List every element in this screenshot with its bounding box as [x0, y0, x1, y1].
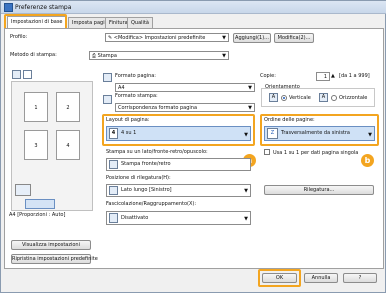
help-button[interactable]: ?: [343, 273, 377, 283]
page-format-value: A4: [118, 85, 125, 91]
callout-b-badge: b: [361, 154, 374, 167]
chevron-down-icon: ▼: [222, 35, 226, 41]
page-order-select[interactable]: Z Trasversalmente da sinistra ▼: [264, 126, 375, 141]
cancel-button[interactable]: Annulla: [304, 273, 338, 283]
profile-label: Profilo:: [10, 34, 28, 40]
chevron-down-icon: ▼: [244, 188, 248, 194]
copies-label: Copie:: [260, 73, 276, 79]
ok-button[interactable]: OK: [262, 273, 297, 283]
page-order-value: Trasversalmente da sinistra: [281, 130, 350, 136]
print-method-select[interactable]: ⎙ Stampa ▼: [89, 51, 229, 60]
print-method-label: Metodo di stampa:: [10, 52, 57, 58]
preview-page-3: 3: [24, 130, 48, 160]
chevron-down-icon: ▼: [368, 132, 372, 138]
page-order-label: Ordine delle pagine:: [264, 117, 315, 123]
orientation-horizontal-radio[interactable]: [331, 95, 337, 101]
binding-select[interactable]: Lato lungo [Sinistro] ▼: [106, 184, 251, 197]
use-1-on-1-checkbox[interactable]: [264, 149, 270, 155]
copies-spinner[interactable]: ▲: [331, 73, 335, 79]
chevron-down-icon: ▼: [244, 132, 248, 138]
landscape-icon: A: [319, 93, 328, 102]
duplex-icon: [109, 160, 118, 169]
layout-select[interactable]: 4 4 su 1 ▼: [106, 126, 251, 141]
page-format-label: Formato pagina:: [115, 73, 156, 79]
use-1-on-1-label: Usa 1 su 1 per dati pagina singola: [273, 150, 359, 156]
restore-defaults-button[interactable]: Ripristina impostazioni predefinite: [11, 254, 98, 264]
profile-select[interactable]: ✎ <Modifica> Impostazioni predefinite ▼: [105, 33, 229, 42]
chevron-down-icon: ▼: [248, 85, 252, 91]
orientation-vertical-label: Verticale: [289, 95, 311, 101]
stack-icon: [15, 184, 31, 196]
copies-input[interactable]: 1: [316, 72, 330, 81]
layout-icon: 4: [109, 128, 118, 139]
layout-label: Layout di pagina:: [106, 117, 150, 123]
z-order-icon: Z: [267, 128, 278, 139]
preview-page-2: 2: [56, 92, 80, 122]
orientation-horizontal-label: Orizzontale: [339, 95, 368, 101]
preview-page-4: 4: [56, 130, 80, 160]
binding-value: Lato lungo [Sinistro]: [121, 187, 172, 193]
orientation-vertical-radio[interactable]: [281, 95, 287, 101]
binding-icon: [109, 186, 118, 195]
chevron-down-icon: ▼: [248, 105, 252, 111]
copies-range: [da 1 a 999]: [339, 73, 370, 79]
duplex-value: Stampa fronte/retro: [121, 161, 171, 167]
window-title: Preferenze stampa: [15, 4, 72, 11]
layout-value: 4 su 1: [121, 130, 137, 136]
tab-quality[interactable]: Qualità: [127, 17, 153, 28]
output-format-value: Corrispondenza formato pagina: [118, 105, 198, 111]
chevron-down-icon: ▼: [244, 216, 248, 222]
chevron-down-icon: ▼: [222, 53, 226, 59]
settings-panel: Profilo: ✎ <Modifica> Impostazioni prede…: [4, 28, 384, 269]
collate-select[interactable]: Disattivato ▼: [106, 211, 251, 225]
duplex-select[interactable]: Stampa fronte/retro: [106, 158, 251, 171]
page-format-select[interactable]: A4 ▼: [115, 83, 255, 92]
edit-profile-button[interactable]: Modifica(2)...: [274, 33, 314, 43]
print-method-value: Stampa: [97, 53, 117, 59]
binding-side-icon[interactable]: [25, 199, 55, 209]
output-format-icon: [103, 95, 112, 104]
duplex-label: Stampa su un lato/fronte-retro/opuscolo:: [106, 149, 208, 155]
collate-label: Fascicolazione/Raggruppamento(X):: [106, 201, 197, 207]
collate-icon: [109, 213, 118, 223]
preview-view-icon[interactable]: [12, 70, 21, 79]
binding-button[interactable]: Rilegatura...: [264, 185, 374, 195]
preview-caption: A4 [Proporzioni : Auto]: [9, 212, 66, 218]
binding-label: Posizione di rilegatura(H):: [106, 175, 171, 181]
add-profile-button[interactable]: Aggiungi(1)...: [233, 33, 271, 43]
page-format-icon: [103, 73, 112, 82]
output-format-label: Formato stampa:: [115, 93, 158, 99]
title-bar: Preferenze stampa: [1, 1, 386, 14]
printer-icon: [4, 3, 13, 12]
view-settings-button[interactable]: Visualizza impostazioni: [11, 240, 91, 250]
preview-page-1: 1: [24, 92, 48, 122]
preview-settings-icon[interactable]: [23, 70, 32, 79]
collate-value: Disattivato: [121, 215, 149, 221]
print-preferences-window: Preferenze stampa Impostazioni di base I…: [0, 0, 386, 293]
output-format-select[interactable]: Corrispondenza formato pagina ▼: [115, 103, 255, 112]
portrait-icon: A: [269, 93, 278, 102]
profile-value: <Modifica> Impostazioni predefinite: [113, 35, 206, 41]
